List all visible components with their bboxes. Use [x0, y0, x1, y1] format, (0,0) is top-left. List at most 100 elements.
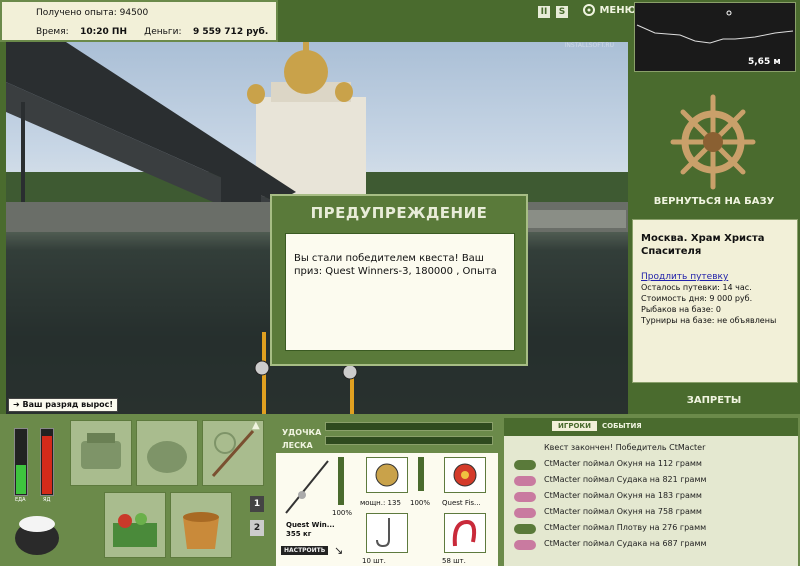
return-to-base-button[interactable]: ВЕРНУТЬСЯ НА БАЗУ [634, 196, 794, 207]
stats-panel: Получено опыта: 94500 Время: 10:20 ПН Де… [0, 0, 278, 42]
rod-weight: 355 кг [286, 530, 312, 538]
cursor-icon: ▲ [252, 420, 260, 431]
lure-icon [453, 463, 477, 487]
tab-events[interactable]: СОБЫТИЯ [596, 421, 648, 431]
time-money-row: Время: 10:20 ПН Деньги: 9 559 712 руб. [36, 27, 276, 37]
reel-icon [375, 463, 399, 487]
info-line: Стоимость дня: 9 000 руб. [641, 294, 753, 303]
warning-title: ПРЕДУПРЕЖДЕНИЕ [310, 204, 488, 222]
feed-text: CtMacter поймал Судака на 821 грамм [544, 475, 707, 484]
worm-icon [452, 519, 477, 547]
feed-text: CtMacter поймал Окуня на 758 грамм [544, 507, 702, 516]
bag-slot[interactable] [136, 420, 198, 486]
feed-text: CtMacter поймал Окуня на 112 грамм [544, 459, 702, 468]
feed-line: Квест закончен! Победитель CtMacter [510, 442, 792, 456]
feed-line: CtMacter поймал Окуня на 758 грамм [510, 506, 792, 520]
bag-icon [147, 441, 187, 473]
info-line: Турниры на базе: не объявлены [641, 316, 777, 325]
sound-icon[interactable]: S [556, 6, 568, 18]
location-panel: Москва. Храм Христа Спасителя Продлить п… [632, 219, 798, 383]
fish-icon [514, 476, 536, 486]
rod-durability [338, 457, 344, 505]
food-fill [16, 465, 26, 494]
rod-label: УДОЧКА [282, 428, 322, 437]
basket-slot[interactable] [104, 492, 166, 558]
feed-text: CtMacter поймал Окуня на 183 грамм [544, 491, 702, 500]
xp-value: 94500 [119, 8, 149, 18]
basket-icon [113, 513, 157, 547]
warning-message: Вы стали победителем квеста! Ваш приз: Q… [285, 233, 515, 351]
feed-line: CtMacter поймал Окуня на 183 грамм [510, 490, 792, 504]
xp-label: Получено опыта: [36, 8, 117, 18]
tab-players[interactable]: ИГРОКИ [552, 421, 597, 431]
poison-label: ЯД [43, 497, 51, 503]
rod-name: Quest Win... [286, 521, 335, 529]
info-line: Рыбаков на базе: 0 [641, 305, 721, 314]
bait-slot[interactable] [444, 457, 486, 493]
rod-pct: 100% [332, 509, 353, 517]
page-button-2[interactable]: 2 [250, 520, 264, 536]
reel-pct: 100% [410, 499, 431, 507]
bait-name: Quest Fis... [442, 499, 481, 507]
poison-fill [42, 436, 52, 494]
fish-icon [514, 492, 536, 502]
menu-label: МЕНЮ [599, 5, 637, 16]
setup-button[interactable]: НАСТРОИТЬ [281, 546, 329, 555]
location-title: Москва. Храм Христа Спасителя [641, 233, 765, 257]
time-value: 10:20 ПН [80, 27, 127, 37]
float-marker [726, 10, 732, 16]
location-info: Осталось путевки: 14 час. Стоимость дня:… [641, 282, 789, 326]
poison-meter [40, 428, 54, 496]
watermark: INSTALLSOFT.RU [564, 42, 614, 49]
extend-trip-link[interactable]: Продлить путевку [641, 272, 789, 282]
fish-icon [514, 540, 536, 550]
cauldron-icon[interactable] [10, 508, 64, 558]
menu-button[interactable]: МЕНЮ [582, 3, 636, 17]
top-bar [278, 0, 630, 42]
xp-row: Получено опыта: 94500 [36, 8, 148, 18]
bucket-icon [183, 512, 219, 549]
food-meter [14, 428, 28, 496]
reel-power: мощн.: 135 [360, 499, 401, 507]
bucket-slot[interactable] [170, 492, 232, 558]
helm-icon[interactable] [668, 92, 758, 192]
warning-dialog: ПРЕДУПРЕЖДЕНИЕ Вы стали победителем квес… [270, 194, 528, 366]
time-label: Время: [36, 27, 69, 37]
money-value: 9 559 712 руб. [192, 27, 269, 37]
feed-text: Квест закончен! Победитель CtMacter [544, 443, 706, 452]
depth-value: 5,65 м [748, 57, 781, 67]
fish-icon [514, 524, 536, 534]
rank-badge-text: Ваш разряд вырос! [22, 400, 114, 409]
event-feed: ИГРОКИ СОБЫТИЯ Квест закончен! Победител… [504, 418, 798, 566]
feed-text: CtMacter поймал Плотву на 276 грамм [544, 523, 707, 532]
bans-button[interactable]: ЗАПРЕТЫ [634, 395, 794, 406]
rod-tension-bar [325, 422, 493, 431]
expand-arrow-icon[interactable]: ↘ [334, 544, 343, 557]
feed-line: CtMacter поймал Окуня на 112 грамм [510, 458, 792, 472]
feed-tabs [504, 418, 798, 436]
pause-icon[interactable]: II [538, 6, 550, 18]
feed-line: CtMacter поймал Судака на 687 грамм [510, 538, 792, 552]
blank-icon [514, 444, 536, 454]
rod-icon[interactable] [282, 457, 332, 517]
fish-icon [514, 508, 536, 518]
tackle-box-slot[interactable] [70, 420, 132, 486]
hook-slot[interactable] [366, 513, 408, 553]
wheel-icon [583, 4, 595, 16]
reel-slot[interactable] [366, 457, 408, 493]
reel-durability [418, 457, 424, 491]
worm-count: 58 шт. [442, 557, 466, 565]
food-label: ЕДА [15, 497, 26, 503]
worm-slot[interactable] [444, 513, 486, 553]
hook-icon [376, 518, 390, 548]
line-label: ЛЕСКА [282, 441, 313, 450]
money-label: Деньги: [144, 27, 182, 37]
fish-icon [514, 460, 536, 470]
feed-line: CtMacter поймал Судака на 821 грамм [510, 474, 792, 488]
feed-text: CtMacter поймал Судака на 687 грамм [544, 539, 707, 548]
feed-line: CtMacter поймал Плотву на 276 грамм [510, 522, 792, 536]
rank-badge: ➜ Ваш разряд вырос! [8, 398, 119, 412]
page-button-1[interactable]: 1 [250, 496, 264, 512]
info-line: Осталось путевки: 14 час. [641, 283, 752, 292]
arrow-icon: ➜ [13, 400, 20, 409]
